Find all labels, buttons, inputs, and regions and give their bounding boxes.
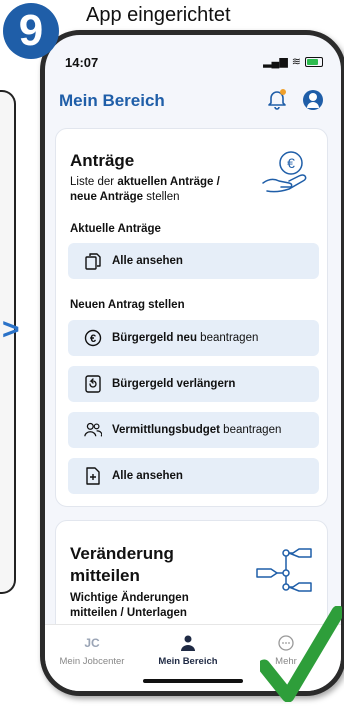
phone-frame: 14:07 ▂▄▆ ≋ Mein Bereich Anträge Liste d… xyxy=(40,30,344,696)
card2-description: Wichtige Änderungen mitteilen / Unterlag… xyxy=(70,592,189,619)
change-network-icon xyxy=(256,548,312,592)
antraege-card: Anträge Liste der aktuellen Anträge / ne… xyxy=(55,128,328,507)
new-all-label: Alle ansehen xyxy=(112,470,183,482)
new-all-button[interactable]: Alle ansehen xyxy=(68,458,319,494)
buergergeld-new-bold: Bürgergeld neu xyxy=(112,332,197,344)
home-indicator[interactable] xyxy=(143,679,243,683)
success-checkmark-icon xyxy=(260,606,342,702)
desc-suffix: stellen xyxy=(143,191,180,203)
svg-text:€: € xyxy=(287,155,295,171)
signal-icon: ▂▄▆ xyxy=(263,56,288,68)
buergergeld-extend-button[interactable]: Bürgergeld verlängern xyxy=(68,366,319,402)
step-number: 9 xyxy=(18,6,44,55)
user-account-icon[interactable] xyxy=(303,90,323,110)
copy-document-icon xyxy=(84,252,102,270)
card-description: Liste der aktuellen Anträge / neue Anträ… xyxy=(70,175,240,205)
current-all-button[interactable]: Alle ansehen xyxy=(68,243,319,279)
section-current: Aktuelle Anträge xyxy=(70,223,161,235)
status-bar: 14:07 ▂▄▆ ≋ xyxy=(45,35,341,81)
buergergeld-new-rest: beantragen xyxy=(196,332,259,344)
vermittlungsbudget-label: Vermittlungsbudget beantragen xyxy=(112,424,281,436)
current-all-label: Alle ansehen xyxy=(112,255,183,267)
svg-text:€: € xyxy=(90,333,96,345)
money-hand-icon: € xyxy=(262,151,307,193)
people-icon xyxy=(84,421,102,439)
tab-mein-jobcenter[interactable]: JC Mein Jobcenter xyxy=(47,633,137,667)
page-title: Mein Bereich xyxy=(59,91,165,110)
step-number-badge: 9 xyxy=(3,3,59,59)
tab-label: Mein Jobcenter xyxy=(59,656,125,667)
card-title: Anträge xyxy=(70,151,135,170)
app-header: Mein Bereich xyxy=(59,87,327,117)
battery-icon xyxy=(305,57,323,67)
wifi-icon: ≋ xyxy=(291,56,301,68)
notification-bell-icon[interactable] xyxy=(265,87,289,111)
renew-document-icon xyxy=(84,375,102,393)
step-title: App eingerichtet xyxy=(86,4,231,26)
buergergeld-new-label: Bürgergeld neu beantragen xyxy=(112,332,258,344)
card2-title: Veränderung mitteilen xyxy=(70,544,174,585)
tab-label: Mein Bereich xyxy=(158,656,218,667)
desc-prefix: Liste der xyxy=(70,176,118,188)
desc-bold-1: aktuellen Anträge / xyxy=(117,176,220,188)
status-time: 14:07 xyxy=(65,55,99,70)
buergergeld-extend-label: Bürgergeld verlängern xyxy=(112,378,236,390)
desc-bold-2: neue Anträge xyxy=(70,191,144,203)
add-document-icon xyxy=(84,467,102,485)
vermittlung-rest: beantragen xyxy=(219,424,282,436)
next-arrow-icon: > xyxy=(2,313,20,346)
vermittlung-bold: Vermittlungsbudget xyxy=(112,424,220,436)
vermittlungsbudget-button[interactable]: Vermittlungsbudget beantragen xyxy=(68,412,319,448)
euro-icon: € xyxy=(84,329,102,347)
section-new: Neuen Antrag stellen xyxy=(70,299,185,311)
status-icons: ▂▄▆ ≋ xyxy=(263,55,323,68)
person-icon xyxy=(181,635,195,651)
tab-mein-bereich[interactable]: Mein Bereich xyxy=(143,633,233,667)
jc-logo-icon: JC xyxy=(84,636,100,650)
buergergeld-new-button[interactable]: € Bürgergeld neu beantragen xyxy=(68,320,319,356)
